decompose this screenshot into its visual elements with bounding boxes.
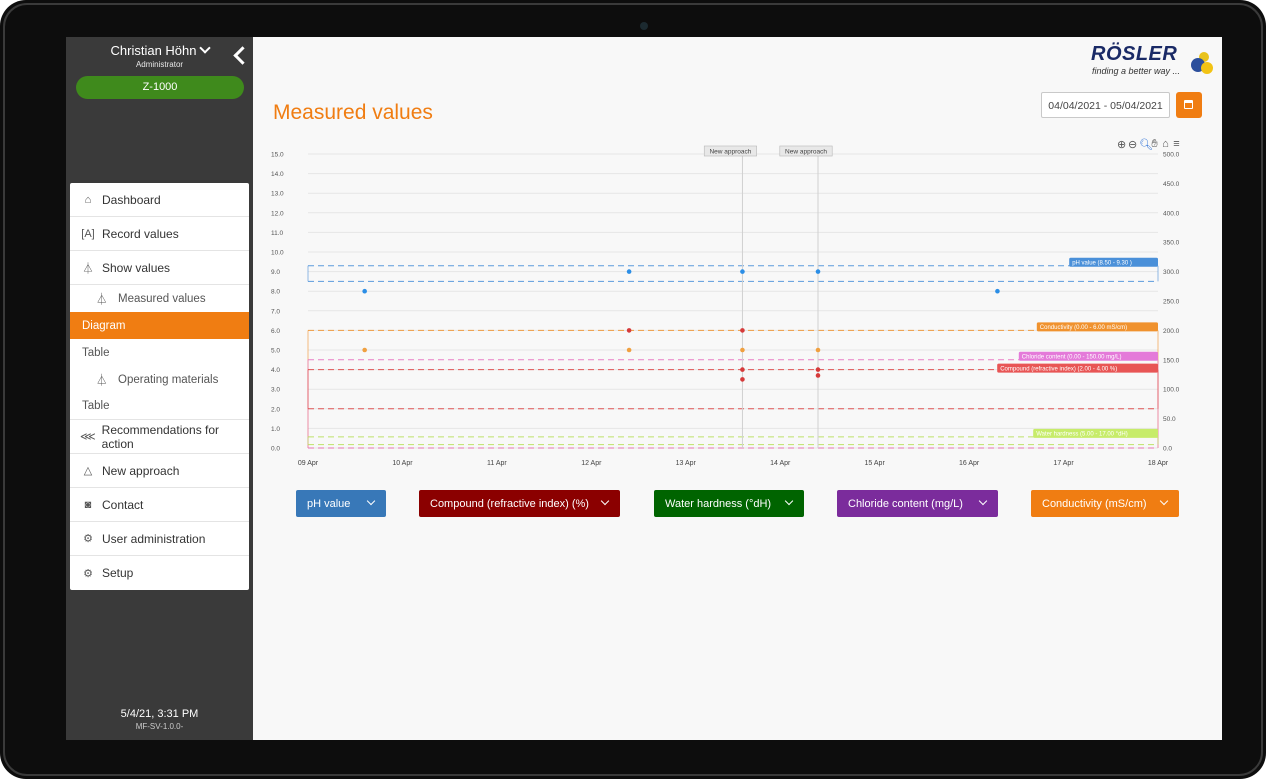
data-point-conductivity — [815, 347, 821, 353]
y-tick-label: 15.0 — [271, 152, 284, 159]
nav-setup-label: Setup — [102, 566, 134, 580]
data-point-conductivity — [626, 347, 632, 353]
app-screen: Christian Höhn Administrator Z-1000 ⌂ Das… — [66, 37, 1222, 740]
y-tick-label: 7.0 — [271, 308, 280, 315]
filter-conductivity-label: Conductivity (mS/cm) — [1042, 497, 1147, 510]
x-tick-label: 13 Apr — [676, 460, 697, 467]
x-tick-label: 18 Apr — [1148, 460, 1169, 467]
data-point-compound — [740, 328, 745, 333]
data-point-compound — [815, 373, 821, 378]
band-label-chloride: Chloride content (0.00 - 150.00 mg/L) — [1022, 355, 1122, 361]
y-tick-label: 2.0 — [271, 406, 280, 413]
app-version: MF-SV-1.0.0- — [135, 722, 184, 731]
y-tick-label: 6.0 — [271, 328, 280, 335]
measured-values-chart: 0.0 1.0 2.0 3.0 4.0 5.0 6.0 7.0 8.0 9.0 10.0 11.0 12… — [271, 145, 1180, 467]
y-tick-label: 14.0 — [271, 171, 284, 178]
chevron-down-icon — [1159, 496, 1169, 506]
y-tick-label: 1.0 — [271, 426, 280, 433]
filter-chloride[interactable]: Chloride content (mg/L) — [837, 490, 998, 517]
y2-tick-label: 200.0 — [1163, 328, 1180, 335]
tablet-frame: Christian Höhn Administrator Z-1000 ⌂ Das… — [0, 0, 1266, 779]
new-approach-label: New approach — [709, 149, 751, 156]
data-point-compound — [740, 367, 745, 372]
x-tick-label: 09 Apr — [298, 460, 319, 467]
y-tick-label: 4.0 — [271, 367, 280, 374]
band-label-compound: Compound (refractive index) (2.00 - 4.00… — [1000, 366, 1117, 372]
filter-ph-value-label: pH value — [307, 497, 351, 510]
y2-tick-label: 100.0 — [1163, 387, 1180, 394]
y-tick-label: 12.0 — [271, 210, 284, 217]
chevron-down-icon — [366, 496, 376, 506]
data-point-conductivity — [740, 347, 745, 353]
nav-contact[interactable]: ◙ Contact — [70, 488, 249, 522]
y-tick-label: 3.0 — [271, 387, 280, 394]
chevron-down-icon — [600, 496, 610, 506]
y2-tick-label: 50.0 — [1163, 416, 1176, 423]
y2-tick-label: 0.0 — [1163, 446, 1172, 453]
y-tick-label: 5.0 — [271, 348, 280, 355]
x-tick-label: 12 Apr — [581, 460, 602, 467]
current-datetime: 5/4/21, 3:31 PM — [120, 708, 199, 720]
y2-tick-label: 300.0 — [1163, 269, 1180, 276]
nav-user-admin[interactable]: ⚙ User administration — [70, 522, 249, 556]
band-label-water: Water hardness (5.00 - 17.00 °dH) — [1036, 432, 1128, 438]
x-tick-label: 15 Apr — [865, 460, 886, 467]
band-label-conductivity: Conductivity (0.00 - 6.00 mS/cm) — [1040, 325, 1127, 331]
filter-water-hardness-label: Water hardness (°dH) — [665, 497, 772, 510]
x-tick-label: 16 Apr — [959, 460, 980, 467]
chevron-down-icon — [784, 496, 794, 506]
y2-tick-label: 350.0 — [1163, 240, 1180, 247]
new-approach-label: New approach — [785, 149, 827, 156]
y-tick-label: 9.0 — [271, 269, 280, 276]
nav-setup[interactable]: ⚙ Setup — [70, 556, 249, 590]
sidebar-footer: 5/4/21, 3:31 PM MF-SV-1.0.0- — [66, 708, 253, 731]
filter-ph-value[interactable]: pH value — [296, 490, 386, 517]
y-tick-label: 0.0 — [271, 446, 280, 453]
gear-icon: ⚙ — [83, 567, 93, 580]
y2-tick-label: 400.0 — [1163, 210, 1180, 217]
data-point-ph-value — [995, 288, 1000, 294]
data-point-conductivity — [362, 347, 367, 353]
band-label-ph: pH value (8.50 - 9.30 ) — [1072, 261, 1132, 267]
filter-compound-label: Compound (refractive index) (%) — [430, 497, 589, 510]
data-point-compound — [815, 367, 821, 372]
data-point-ph-value — [740, 269, 745, 274]
y2-tick-label: 150.0 — [1163, 357, 1180, 364]
x-tick-label: 10 Apr — [392, 460, 413, 467]
y2-tick-label: 250.0 — [1163, 299, 1180, 306]
contact-icon: ◙ — [84, 498, 92, 511]
user-gear-icon: ⚙ — [83, 533, 93, 545]
x-tick-label: 11 Apr — [487, 460, 507, 467]
y-tick-label: 10.0 — [271, 250, 284, 257]
data-point-ph-value — [815, 269, 821, 274]
data-point-ph-value — [626, 269, 632, 274]
data-point-ph-value — [362, 288, 367, 294]
filter-chloride-label: Chloride content (mg/L) — [848, 497, 963, 510]
nav-contact-label: Contact — [102, 497, 144, 512]
y2-tick-label: 500.0 — [1163, 152, 1180, 159]
filter-water-hardness[interactable]: Water hardness (°dH) — [654, 490, 804, 517]
x-tick-label: 17 Apr — [1053, 460, 1074, 467]
nav-user-admin-label: User administration — [102, 531, 206, 546]
data-point-compound — [626, 328, 632, 333]
y2-tick-label: 450.0 — [1163, 181, 1180, 188]
y-tick-label: 11.0 — [271, 230, 284, 237]
y-tick-label: 13.0 — [271, 191, 284, 198]
chevron-down-icon — [978, 496, 988, 506]
x-tick-label: 14 Apr — [770, 460, 791, 467]
y-tick-label: 8.0 — [271, 289, 280, 296]
data-point-compound — [740, 377, 745, 382]
filter-conductivity[interactable]: Conductivity (mS/cm) — [1031, 490, 1179, 517]
camera-icon — [640, 22, 648, 30]
filter-compound[interactable]: Compound (refractive index) (%) — [419, 490, 620, 517]
